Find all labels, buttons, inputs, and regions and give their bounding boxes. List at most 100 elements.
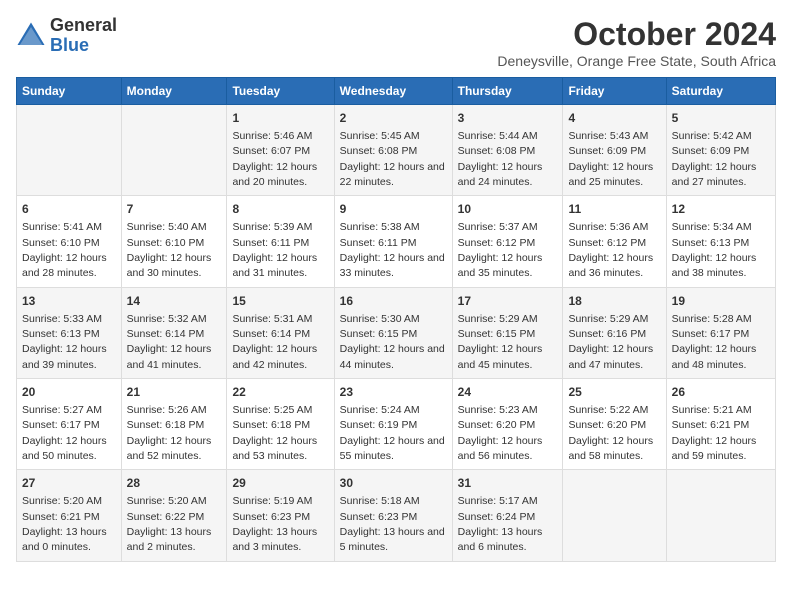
day-info: Sunrise: 5:27 AM Sunset: 6:17 PM Dayligh… [22,404,107,462]
calendar-row: 13 Sunrise: 5:33 AM Sunset: 6:13 PM Dayli… [17,287,776,378]
calendar-cell: 31 Sunrise: 5:17 AM Sunset: 6:24 PM Dayli… [452,470,563,561]
day-number: 5 [672,110,770,127]
calendar-cell: 22Sunrise: 5:25 AM Sunset: 6:18 PM Dayli… [227,379,334,470]
calendar-cell: 2 Sunrise: 5:45 AM Sunset: 6:08 PM Daylig… [334,105,452,196]
day-info: Sunrise: 5:45 AM Sunset: 6:08 PM Dayligh… [340,130,445,188]
day-info: Sunrise: 5:20 AM Sunset: 6:21 PM Dayligh… [22,495,107,553]
weekday-header-wednesday: Wednesday [334,78,452,105]
day-number: 9 [340,201,447,218]
day-number: 29 [232,475,328,492]
weekday-header-thursday: Thursday [452,78,563,105]
day-info: Sunrise: 5:18 AM Sunset: 6:23 PM Dayligh… [340,495,445,553]
day-number: 21 [127,384,222,401]
day-number: 14 [127,293,222,310]
calendar-cell: 20Sunrise: 5:27 AM Sunset: 6:17 PM Dayli… [17,379,122,470]
calendar-cell: 3 Sunrise: 5:44 AM Sunset: 6:08 PM Daylig… [452,105,563,196]
calendar-cell: 14Sunrise: 5:32 AM Sunset: 6:14 PM Dayli… [121,287,227,378]
day-info: Sunrise: 5:26 AM Sunset: 6:18 PM Dayligh… [127,404,212,462]
calendar-table: SundayMondayTuesdayWednesdayThursdayFrid… [16,77,776,562]
page-header: General Blue October 2024 Deneysville, O… [16,16,776,69]
calendar-cell: 21 Sunrise: 5:26 AM Sunset: 6:18 PM Dayli… [121,379,227,470]
day-number: 3 [458,110,558,127]
calendar-row: 1 Sunrise: 5:46 AM Sunset: 6:07 PM Daylig… [17,105,776,196]
calendar-cell: 12 Sunrise: 5:34 AM Sunset: 6:13 PM Dayli… [666,196,775,287]
location: Deneysville, Orange Free State, South Af… [497,53,776,69]
day-info: Sunrise: 5:23 AM Sunset: 6:20 PM Dayligh… [458,404,543,462]
day-number: 22 [232,384,328,401]
day-info: Sunrise: 5:36 AM Sunset: 6:12 PM Dayligh… [568,221,653,279]
calendar-cell: 25Sunrise: 5:22 AM Sunset: 6:20 PM Dayli… [563,379,666,470]
calendar-cell [563,470,666,561]
calendar-cell: 6 Sunrise: 5:41 AM Sunset: 6:10 PM Daylig… [17,196,122,287]
day-info: Sunrise: 5:29 AM Sunset: 6:16 PM Dayligh… [568,313,653,371]
day-number: 11 [568,201,660,218]
calendar-cell: 16Sunrise: 5:30 AM Sunset: 6:15 PM Dayli… [334,287,452,378]
calendar-cell: 5 Sunrise: 5:42 AM Sunset: 6:09 PM Daylig… [666,105,775,196]
day-number: 4 [568,110,660,127]
calendar-cell: 11 Sunrise: 5:36 AM Sunset: 6:12 PM Dayli… [563,196,666,287]
calendar-cell: 9 Sunrise: 5:38 AM Sunset: 6:11 PM Daylig… [334,196,452,287]
calendar-cell: 27Sunrise: 5:20 AM Sunset: 6:21 PM Dayli… [17,470,122,561]
day-info: Sunrise: 5:29 AM Sunset: 6:15 PM Dayligh… [458,313,543,371]
calendar-cell: 18 Sunrise: 5:29 AM Sunset: 6:16 PM Dayli… [563,287,666,378]
day-info: Sunrise: 5:39 AM Sunset: 6:11 PM Dayligh… [232,221,317,279]
calendar-cell [121,105,227,196]
day-number: 24 [458,384,558,401]
day-number: 26 [672,384,770,401]
calendar-cell: 24 Sunrise: 5:23 AM Sunset: 6:20 PM Dayli… [452,379,563,470]
day-number: 8 [232,201,328,218]
day-info: Sunrise: 5:44 AM Sunset: 6:08 PM Dayligh… [458,130,543,188]
day-info: Sunrise: 5:40 AM Sunset: 6:10 PM Dayligh… [127,221,212,279]
logo-general-text: General [50,16,117,36]
calendar-cell [17,105,122,196]
weekday-header-row: SundayMondayTuesdayWednesdayThursdayFrid… [17,78,776,105]
calendar-cell: 26 Sunrise: 5:21 AM Sunset: 6:21 PM Dayli… [666,379,775,470]
calendar-cell: 29Sunrise: 5:19 AM Sunset: 6:23 PM Dayli… [227,470,334,561]
calendar-row: 27Sunrise: 5:20 AM Sunset: 6:21 PM Dayli… [17,470,776,561]
day-number: 15 [232,293,328,310]
calendar-cell: 30 Sunrise: 5:18 AM Sunset: 6:23 PM Dayli… [334,470,452,561]
day-number: 10 [458,201,558,218]
day-info: Sunrise: 5:46 AM Sunset: 6:07 PM Dayligh… [232,130,317,188]
calendar-row: 20Sunrise: 5:27 AM Sunset: 6:17 PM Dayli… [17,379,776,470]
day-number: 31 [458,475,558,492]
day-info: Sunrise: 5:41 AM Sunset: 6:10 PM Dayligh… [22,221,107,279]
calendar-cell: 13 Sunrise: 5:33 AM Sunset: 6:13 PM Dayli… [17,287,122,378]
day-number: 18 [568,293,660,310]
day-info: Sunrise: 5:21 AM Sunset: 6:21 PM Dayligh… [672,404,757,462]
day-number: 23 [340,384,447,401]
day-info: Sunrise: 5:34 AM Sunset: 6:13 PM Dayligh… [672,221,757,279]
weekday-header-saturday: Saturday [666,78,775,105]
day-number: 13 [22,293,116,310]
month-title: October 2024 [497,16,776,53]
weekday-header-tuesday: Tuesday [227,78,334,105]
calendar-cell: 15 Sunrise: 5:31 AM Sunset: 6:14 PM Dayli… [227,287,334,378]
day-info: Sunrise: 5:17 AM Sunset: 6:24 PM Dayligh… [458,495,543,553]
title-block: October 2024 Deneysville, Orange Free St… [497,16,776,69]
day-number: 16 [340,293,447,310]
day-number: 6 [22,201,116,218]
calendar-cell: 23Sunrise: 5:24 AM Sunset: 6:19 PM Dayli… [334,379,452,470]
day-info: Sunrise: 5:33 AM Sunset: 6:13 PM Dayligh… [22,313,107,371]
calendar-cell: 1 Sunrise: 5:46 AM Sunset: 6:07 PM Daylig… [227,105,334,196]
calendar-cell: 4Sunrise: 5:43 AM Sunset: 6:09 PM Daylig… [563,105,666,196]
day-info: Sunrise: 5:20 AM Sunset: 6:22 PM Dayligh… [127,495,212,553]
day-info: Sunrise: 5:31 AM Sunset: 6:14 PM Dayligh… [232,313,317,371]
day-number: 2 [340,110,447,127]
day-number: 17 [458,293,558,310]
day-number: 19 [672,293,770,310]
day-number: 25 [568,384,660,401]
day-number: 1 [232,110,328,127]
day-number: 30 [340,475,447,492]
calendar-cell: 17 Sunrise: 5:29 AM Sunset: 6:15 PM Dayli… [452,287,563,378]
calendar-cell: 19 Sunrise: 5:28 AM Sunset: 6:17 PM Dayli… [666,287,775,378]
weekday-header-sunday: Sunday [17,78,122,105]
weekday-header-friday: Friday [563,78,666,105]
day-info: Sunrise: 5:38 AM Sunset: 6:11 PM Dayligh… [340,221,445,279]
day-info: Sunrise: 5:42 AM Sunset: 6:09 PM Dayligh… [672,130,757,188]
calendar-cell [666,470,775,561]
day-number: 12 [672,201,770,218]
calendar-row: 6 Sunrise: 5:41 AM Sunset: 6:10 PM Daylig… [17,196,776,287]
day-info: Sunrise: 5:28 AM Sunset: 6:17 PM Dayligh… [672,313,757,371]
logo-blue-text: Blue [50,36,117,56]
